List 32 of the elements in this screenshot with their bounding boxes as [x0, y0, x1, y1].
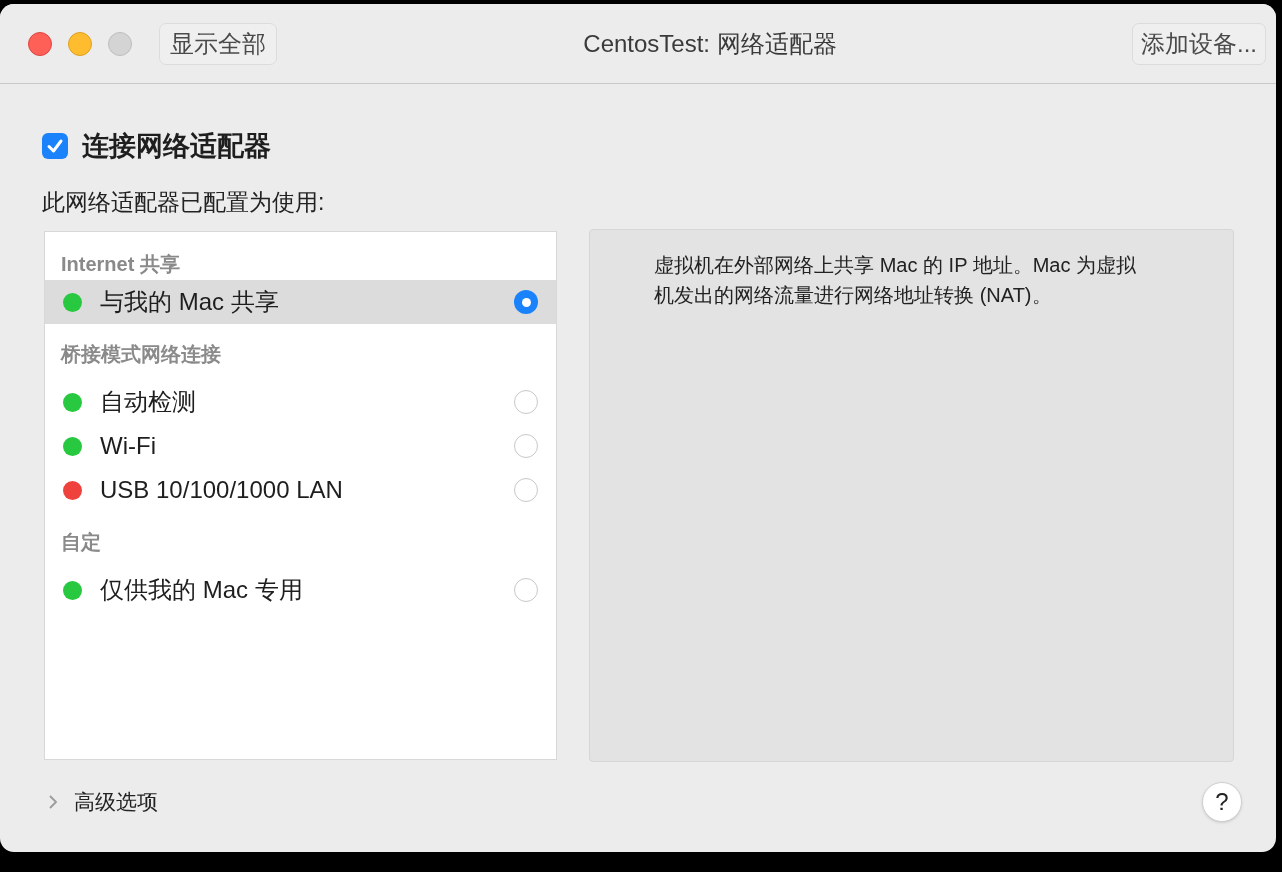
- window-title: CentosTest: 网络适配器: [582, 29, 838, 59]
- show-all-button[interactable]: 显示全部: [159, 22, 277, 65]
- network-option[interactable]: 自动检测: [45, 380, 557, 424]
- network-option[interactable]: 仅供我的 Mac 专用: [45, 568, 557, 612]
- option-label: 仅供我的 Mac 专用: [100, 575, 303, 605]
- radio-button[interactable]: [514, 290, 539, 314]
- minimize-button[interactable]: [68, 31, 92, 56]
- section-heading: 桥接模式网络连接: [59, 342, 222, 367]
- radio-button[interactable]: [514, 478, 539, 502]
- close-button[interactable]: [28, 31, 52, 56]
- option-label: 自动检测: [100, 387, 196, 417]
- subtitle: 此网络适配器已配置为使用:: [42, 187, 326, 217]
- network-option[interactable]: 与我的 Mac 共享: [45, 280, 557, 324]
- section-heading: Internet 共享: [60, 252, 181, 277]
- option-label: 与我的 Mac 共享: [100, 287, 279, 317]
- chevron-icon: [48, 794, 58, 810]
- radio-button[interactable]: [514, 578, 539, 602]
- network-option[interactable]: Wi-Fi: [45, 424, 557, 468]
- network-option[interactable]: USB 10/100/1000 LAN: [45, 468, 557, 512]
- checkbox-label: 连接网络适配器: [82, 130, 271, 163]
- zoom-button[interactable]: [108, 31, 132, 56]
- advanced-options-toggle[interactable]: 高级选项: [48, 786, 158, 818]
- option-label: USB 10/100/1000 LAN: [100, 475, 343, 505]
- add-device-button[interactable]: 添加设备...: [1132, 22, 1266, 65]
- section-heading: 自定: [60, 530, 102, 555]
- help-button[interactable]: ?: [1202, 782, 1242, 822]
- checkmark-icon: [46, 137, 64, 156]
- radio-button[interactable]: [514, 434, 539, 458]
- radio-button[interactable]: [514, 390, 539, 414]
- description-text: 虚拟机在外部网络上共享 Mac 的 IP 地址。Mac 为虚拟机发出的网络流量进行网络地址转换 (NAT)。: [654, 253, 1138, 308]
- option-label: Wi-Fi: [100, 431, 156, 461]
- checkbox[interactable]: [42, 133, 68, 160]
